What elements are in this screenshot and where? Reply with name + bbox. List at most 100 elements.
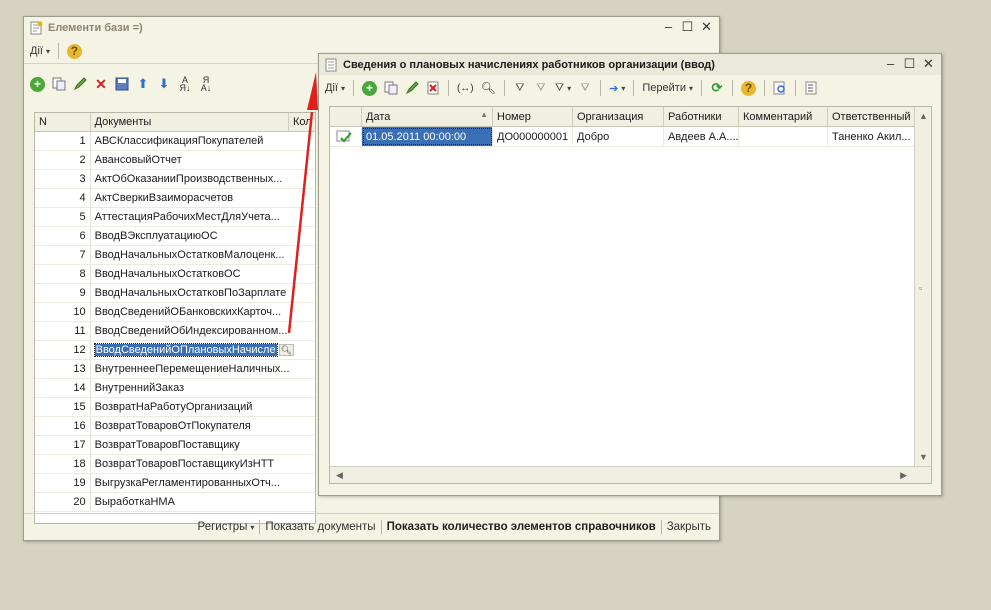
add-button[interactable]: + [28,75,47,93]
table-row[interactable]: 16 ВозвратТоваровОтПокупателя [35,417,315,436]
table-row[interactable]: 12 ВводСведенийОПлановыхНачисле 🔍︎ [35,341,315,360]
row-document-cell[interactable]: ВыработкаНМА [91,493,315,511]
sort-desc-button[interactable]: Я А↓ [197,75,215,93]
col-comment-header[interactable]: Комментарий [739,107,828,126]
edit-button[interactable] [71,75,89,93]
elements-window-titlebar[interactable]: Елементи бази =) [24,17,719,38]
create-based-on-button[interactable]: ➔ [607,79,627,97]
table-row[interactable]: 13 ВнутреннееПеремещениеНаличных... [35,360,315,379]
scroll-up-icon[interactable]: ▲ [919,111,928,121]
show-documents-link[interactable]: Показать документы [265,521,375,533]
table-row[interactable]: 4 АктСверкиВзаиморасчетов [35,189,315,208]
row-document-cell[interactable]: АктОбОказанииПроизводственных... [91,170,315,188]
copy-button[interactable] [50,75,68,93]
table-row[interactable]: 10 ВводСведенийОБанковскихКарточ... [35,303,315,322]
table-row[interactable]: 9 ВводНачальныхОстатковПоЗарплате [35,284,315,303]
col-responsible-header[interactable]: Ответственный [828,107,916,126]
row-document-cell[interactable]: ВводСведенийОбИндексированном... [91,322,315,340]
row-document-cell[interactable]: ВнутреннееПеремещениеНаличных... [91,360,315,378]
goto-menu[interactable]: Перейти [640,79,695,97]
scroll-left-icon[interactable]: ◀ [336,470,343,481]
table-row[interactable]: 8 ВводНачальныхОстатковОС [35,265,315,284]
row-workers[interactable]: Авдеев А.А.... [664,127,739,146]
help-button[interactable]: ? [739,79,758,97]
row-document-cell[interactable]: АктСверкиВзаиморасчетов [91,189,315,207]
table-row[interactable]: 15 ВозвратНаРаботуОрганизаций [35,398,315,417]
row-document-cell[interactable]: ВозвратТоваровПоставщику [91,436,315,454]
row-document-cell[interactable]: АВСКлассификацияПокупателей [91,132,315,150]
table-row[interactable]: 7 ВводНачальныхОстатковМалоценк... [35,246,315,265]
row-date[interactable]: 01.05.2011 00:00:00 [362,127,493,146]
col-org-header[interactable]: Организация [573,107,664,126]
col-documents-header[interactable]: Документы [91,113,289,131]
vertical-scrollbar[interactable]: ▲ ▫ ▼ [914,107,931,466]
edit-button[interactable] [403,79,421,97]
search-icon[interactable]: 🔍︎ [278,344,295,356]
table-row[interactable]: 2 АвансовыйОтчет [35,151,315,170]
col-count-header[interactable]: Кол [289,113,315,131]
row-document-cell[interactable]: ВводНачальныхОстатковМалоценк... [91,246,315,264]
table-row[interactable]: 18 ВозвратТоваровПоставщикуИзНТТ [35,455,315,474]
row-org[interactable]: Добро [573,127,664,146]
find-button[interactable]: 🔍︎ [479,79,498,97]
interval-button[interactable]: (↔) [455,79,476,97]
save-button[interactable] [113,75,131,93]
filter-button[interactable]: ⛛ [511,79,529,97]
help-button[interactable]: ? [65,42,84,60]
row-document-cell[interactable]: ВыгрузкаРегламентированныхОтч... [91,474,315,492]
row-document-cell[interactable]: ВозвратТоваровОтПокупателя [91,417,315,435]
minimize-icon[interactable]: – [662,19,675,34]
preview-button[interactable] [771,79,789,97]
table-row[interactable]: 11 ВводСведенийОбИндексированном... [35,322,315,341]
registers-menu[interactable]: Регистры [198,521,255,533]
delete-button[interactable]: ✕ [92,75,110,93]
filter-history-button[interactable]: ⛛ [553,79,573,97]
table-row[interactable]: 1 АВСКлассификацияПокупателей [35,132,315,151]
row-document-cell[interactable]: АттестацияРабочихМестДляУчета... [91,208,315,226]
show-count-button[interactable]: Показать количество элементов справочник… [387,521,656,533]
table-row[interactable]: 3 АктОбОказанииПроизводственных... [35,170,315,189]
filter-by-value-button[interactable]: ⛛ [532,79,550,97]
sort-asc-button[interactable]: А Я↓ [176,75,194,93]
row-document-cell[interactable]: ВводВЭксплуатациюОС [91,227,315,245]
col-number-header[interactable]: Номер [493,107,573,126]
actions-menu[interactable]: Дії [28,42,52,60]
scroll-thumb[interactable]: ▫ [919,283,922,293]
row-document-cell[interactable]: ВводСведенийОПлановыхНачисле 🔍︎ [91,341,315,359]
table-row[interactable]: 20 ВыработкаНМА [35,493,315,512]
mark-delete-button[interactable] [424,79,442,97]
col-n-header[interactable]: N [35,113,91,131]
move-up-button[interactable]: ⬆ [134,75,152,93]
maximize-icon[interactable]: ☐ [903,56,916,71]
table-row[interactable]: 01.05.2011 00:00:00 ДО000000001 Добро Ав… [330,127,916,147]
scroll-down-icon[interactable]: ▼ [919,452,928,462]
copy-button[interactable] [382,79,400,97]
scroll-right-icon[interactable]: ▶ [900,470,907,481]
row-document-cell[interactable]: ВводНачальныхОстатковОС [91,265,315,283]
col-date-header[interactable]: Дата ▲ [362,107,493,126]
col-workers-header[interactable]: Работники [664,107,739,126]
table-row[interactable]: 6 ВводВЭксплуатациюОС [35,227,315,246]
close-icon[interactable]: ✕ [922,56,935,71]
minimize-icon[interactable]: – [884,56,897,71]
table-row[interactable]: 5 АттестацияРабочихМестДляУчета... [35,208,315,227]
actions-menu[interactable]: Дії [323,79,347,97]
horizontal-scrollbar[interactable]: ◀ ▶ [330,466,931,483]
move-down-button[interactable]: ⬇ [155,75,173,93]
close-icon[interactable]: ✕ [700,19,713,34]
row-document-cell[interactable]: ВозвратТоваровПоставщикуИзНТТ [91,455,315,473]
row-number[interactable]: ДО000000001 [493,127,573,146]
structure-button[interactable] [802,79,820,97]
maximize-icon[interactable]: ☐ [681,19,694,34]
row-comment[interactable] [739,127,828,146]
table-row[interactable]: 19 ВыгрузкаРегламентированныхОтч... [35,474,315,493]
clear-filter-button[interactable]: ⛛ [576,79,594,97]
add-button[interactable]: + [360,79,379,97]
table-row[interactable]: 14 ВнутреннийЗаказ [35,379,315,398]
row-document-cell[interactable]: ВозвратНаРаботуОрганизаций [91,398,315,416]
refresh-button[interactable]: ⟳ [708,79,726,97]
row-document-cell[interactable]: ВводНачальныхОстатковПоЗарплате [91,284,315,302]
row-document-cell[interactable]: ВводСведенийОБанковскихКарточ... [91,303,315,321]
planned-accruals-titlebar[interactable]: Сведения о плановых начислениях работник… [319,54,941,75]
table-row[interactable]: 17 ВозвратТоваровПоставщику [35,436,315,455]
